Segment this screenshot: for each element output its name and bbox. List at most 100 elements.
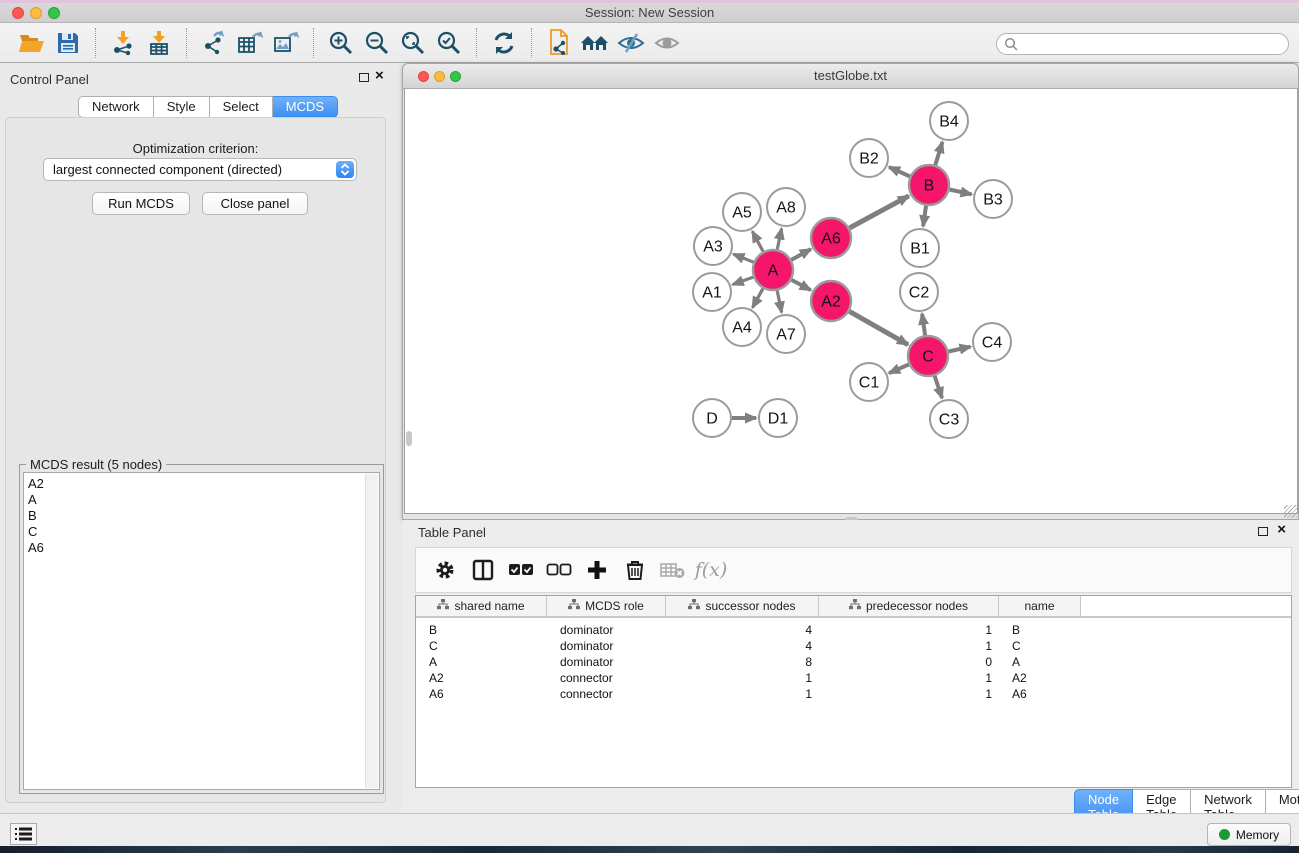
table-cell[interactable]: B (416, 622, 547, 638)
node-A5[interactable]: A5 (723, 193, 761, 231)
column-header-name[interactable]: name (999, 596, 1081, 616)
column-header-MCDS-role[interactable]: MCDS role (547, 596, 666, 616)
node-table[interactable]: shared nameMCDS rolesuccessor nodesprede… (415, 595, 1292, 788)
node-D[interactable]: D (693, 399, 731, 437)
network-canvas[interactable]: B4B2BB3A8A5A6A3B1AA1C2A2A4A7C4CC1C3DD1 (404, 89, 1298, 514)
node-A8[interactable]: A8 (767, 188, 805, 226)
mcds-result-list[interactable]: A2ABCA6 (23, 472, 380, 790)
result-list-item[interactable]: A (28, 492, 379, 508)
edge-B-B3[interactable] (950, 189, 972, 194)
split-columns-icon[interactable] (464, 552, 502, 588)
export-image-icon[interactable] (268, 26, 304, 60)
net-minimize-traffic-light[interactable] (434, 71, 445, 82)
table-row[interactable]: A2connector11A2 (416, 670, 1291, 686)
edge-A-A5[interactable] (752, 231, 763, 251)
result-list-item[interactable]: A6 (28, 540, 379, 556)
table-float-icon[interactable] (1258, 527, 1268, 536)
save-icon[interactable] (50, 26, 86, 60)
zoom-out-icon[interactable] (359, 26, 395, 60)
tab-network[interactable]: Network (78, 96, 154, 118)
column-header-shared-name[interactable]: shared name (416, 596, 547, 616)
table-cell[interactable]: C (416, 638, 547, 654)
table-cell[interactable]: A (416, 654, 547, 670)
select-all-checkboxes-icon[interactable] (502, 552, 540, 588)
node-C1[interactable]: C1 (850, 363, 888, 401)
export-network-icon[interactable] (196, 26, 232, 60)
criterion-dropdown[interactable]: largest connected component (directed) (43, 158, 357, 181)
node-C[interactable]: C (908, 336, 948, 376)
net-zoom-traffic-light[interactable] (450, 71, 461, 82)
task-history-button[interactable] (10, 823, 37, 845)
zoom-selected-icon[interactable] (431, 26, 467, 60)
table-cell[interactable]: A6 (999, 686, 1081, 702)
network-window-titlebar[interactable]: testGlobe.txt (403, 64, 1298, 89)
node-A3[interactable]: A3 (694, 227, 732, 265)
result-list-item[interactable]: C (28, 524, 379, 540)
tab-mcds[interactable]: MCDS (273, 96, 338, 118)
node-A7[interactable]: A7 (767, 315, 805, 353)
window-resize-grip[interactable] (1284, 505, 1297, 518)
edge-A-A2[interactable] (792, 280, 811, 290)
node-B3[interactable]: B3 (974, 180, 1012, 218)
minimize-traffic-light[interactable] (30, 7, 42, 19)
table-cell[interactable]: A2 (999, 670, 1081, 686)
edge-A-A4[interactable] (753, 288, 763, 307)
add-column-icon[interactable] (578, 552, 616, 588)
zoom-in-icon[interactable] (323, 26, 359, 60)
houses-icon[interactable] (577, 26, 613, 60)
edge-B-B2[interactable] (889, 167, 910, 176)
table-row[interactable]: Cdominator41C (416, 638, 1291, 654)
gear-icon[interactable] (426, 552, 464, 588)
tab-select[interactable]: Select (210, 96, 273, 118)
table-cell[interactable]: 1 (666, 670, 819, 686)
open-folder-icon[interactable] (14, 26, 50, 60)
edge-A-A7[interactable] (777, 291, 781, 313)
node-C2[interactable]: C2 (900, 273, 938, 311)
zoom-traffic-light[interactable] (48, 7, 60, 19)
edge-C-C4[interactable] (949, 347, 971, 352)
table-cell[interactable]: 4 (666, 638, 819, 654)
edge-C-C1[interactable] (889, 364, 909, 373)
table-cell[interactable]: B (999, 622, 1081, 638)
edge-A2-C[interactable] (849, 311, 908, 344)
node-A6[interactable]: A6 (811, 218, 851, 258)
table-cell[interactable]: 8 (666, 654, 819, 670)
table-row[interactable]: Adominator80A (416, 654, 1291, 670)
search-input[interactable] (996, 33, 1289, 55)
close-panel-button[interactable]: Close panel (202, 192, 308, 215)
column-header-successor-nodes[interactable]: successor nodes (666, 596, 819, 616)
table-cell[interactable]: A2 (416, 670, 547, 686)
table-row[interactable]: Bdominator41B (416, 622, 1291, 638)
net-close-traffic-light[interactable] (418, 71, 429, 82)
table-close-icon[interactable]: × (1277, 525, 1286, 535)
table-cell[interactable]: 1 (819, 622, 999, 638)
table-cell[interactable]: 0 (819, 654, 999, 670)
table-cell[interactable]: dominator (547, 654, 666, 670)
table-cell[interactable]: A (999, 654, 1081, 670)
table-cell[interactable]: C (999, 638, 1081, 654)
node-C3[interactable]: C3 (930, 400, 968, 438)
import-table-icon[interactable] (141, 26, 177, 60)
table-cell[interactable]: connector (547, 670, 666, 686)
node-B4[interactable]: B4 (930, 102, 968, 140)
export-table-icon[interactable] (232, 26, 268, 60)
table-cell[interactable]: 4 (666, 622, 819, 638)
document-network-icon[interactable] (541, 26, 577, 60)
edge-A-A6[interactable] (791, 249, 810, 260)
table-cell[interactable]: 1 (666, 686, 819, 702)
table-cell[interactable]: dominator (547, 622, 666, 638)
eye-slash-icon[interactable] (613, 26, 649, 60)
edge-C-C2[interactable] (922, 314, 925, 335)
delete-column-icon[interactable] (616, 552, 654, 588)
node-B1[interactable]: B1 (901, 229, 939, 267)
refresh-icon[interactable] (486, 26, 522, 60)
node-A2[interactable]: A2 (811, 281, 851, 321)
table-cell[interactable]: 1 (819, 638, 999, 654)
zoom-fit-icon[interactable] (395, 26, 431, 60)
edge-B-B1[interactable] (923, 206, 926, 226)
edge-A6-B[interactable] (849, 196, 908, 228)
import-network-icon[interactable] (105, 26, 141, 60)
table-cell[interactable]: dominator (547, 638, 666, 654)
result-list-item[interactable]: A2 (28, 476, 379, 492)
node-A[interactable]: A (753, 250, 793, 290)
